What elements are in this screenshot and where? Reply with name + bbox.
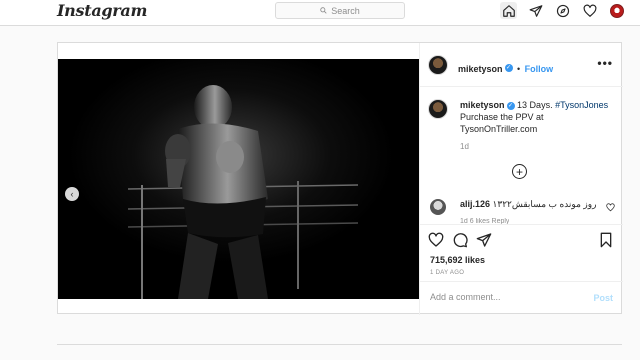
carousel-prev-button[interactable]: ‹ (65, 187, 79, 201)
more-options-icon[interactable]: ••• (597, 56, 613, 70)
commenter-avatar[interactable] (430, 199, 446, 215)
search-placeholder: Search (331, 5, 360, 16)
caption-avatar[interactable] (428, 99, 448, 119)
post-actions (428, 232, 492, 248)
caption-text-after: Purchase the PPV at TysonOnTriller.com (460, 112, 544, 134)
comment-input[interactable] (430, 292, 580, 302)
post-card: ‹ miketyson ✓ • Follow ••• miketyson ✓ 13 … (57, 42, 623, 315)
post-comment-button[interactable]: Post (593, 293, 613, 303)
save-bookmark-icon[interactable] (598, 232, 614, 253)
commenter-username[interactable]: alij.126 (460, 199, 490, 209)
comment-body: alij.126 روز مونده ب مسابقش۱۳۲۲ (460, 199, 596, 210)
comment-item: alij.126 روز مونده ب مسابقش۱۳۲۲ 1d 6 lik… (430, 197, 615, 225)
post-sidebar: miketyson ✓ • Follow ••• miketyson ✓ 13 Da… (419, 43, 623, 315)
post-actions-section: 715,692 likes 1 DAY AGO Post (420, 224, 623, 315)
caption-timestamp: 1d (460, 142, 469, 151)
post-header: miketyson ✓ • Follow ••• (420, 43, 623, 87)
post-caption: miketyson ✓ 13 Days. #TysonJones Purchase… (460, 99, 610, 135)
share-icon[interactable] (476, 232, 492, 248)
load-more-comments-icon[interactable]: + (512, 164, 527, 179)
activity-heart-icon[interactable] (581, 2, 598, 19)
comment-bubble-icon[interactable] (452, 232, 468, 248)
search-icon (320, 7, 327, 14)
likes-count[interactable]: 715,692 likes (430, 255, 485, 265)
header-separator: • (516, 64, 521, 74)
author-avatar[interactable] (428, 55, 448, 75)
divider (57, 344, 622, 345)
verified-badge-icon: ✓ (504, 63, 513, 72)
profile-avatar[interactable] (608, 2, 625, 19)
comment-text: روز مونده ب مسابقش۱۳۲۲ (492, 199, 597, 209)
top-navbar: Instagram Search (0, 0, 640, 26)
search-input[interactable]: Search (275, 2, 405, 19)
caption-hashtag-link[interactable]: #TysonJones (555, 100, 608, 110)
home-icon[interactable] (500, 2, 517, 19)
post-photo[interactable]: ‹ (58, 59, 419, 299)
post-date: 1 DAY AGO (430, 270, 465, 276)
instagram-logo[interactable]: Instagram (57, 1, 147, 20)
direct-icon[interactable] (527, 2, 544, 19)
caption-verified-icon: ✓ (506, 101, 515, 110)
explore-icon[interactable] (554, 2, 571, 19)
like-heart-icon[interactable] (428, 232, 444, 248)
boxer-photo-image (58, 59, 419, 299)
comment-like-heart-icon[interactable] (606, 203, 615, 212)
nav-icons (500, 2, 625, 19)
caption-text-before: 13 Days. (517, 100, 556, 110)
profile-avatar-image (609, 3, 624, 18)
follow-button[interactable]: Follow (525, 64, 554, 74)
post-header-text: miketyson ✓ • Follow (458, 59, 553, 77)
author-username[interactable]: miketyson (458, 64, 503, 74)
add-comment-bar: Post (420, 281, 623, 316)
caption-username[interactable]: miketyson (460, 100, 505, 110)
